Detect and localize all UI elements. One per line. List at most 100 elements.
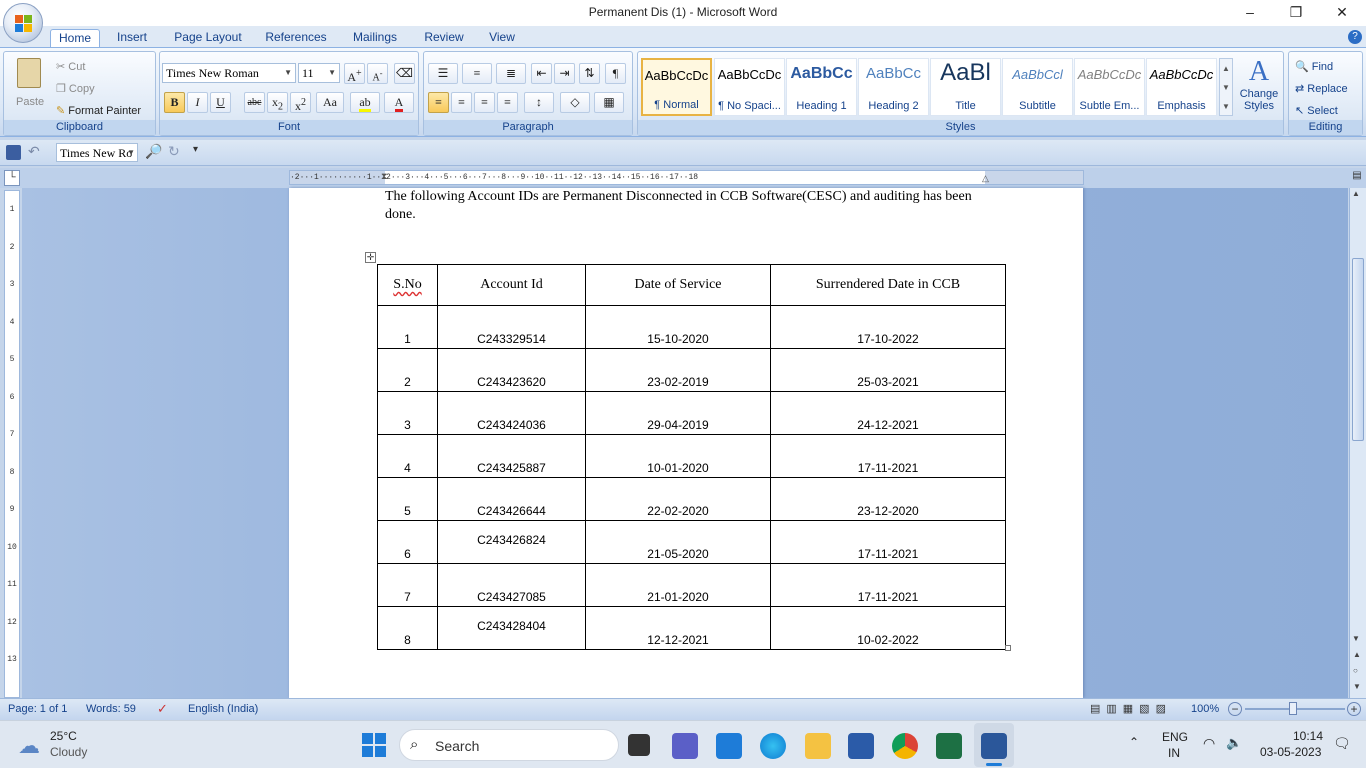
find-button[interactable]: 🔍 Find bbox=[1295, 60, 1333, 73]
select-button[interactable]: ↖ Select bbox=[1295, 104, 1338, 117]
paste-button[interactable]: Paste bbox=[10, 56, 48, 114]
vertical-ruler[interactable]: 1 2 3 4 5 6 7 8 9 10 11 12 13 bbox=[4, 190, 20, 698]
grow-font-button[interactable]: A+ bbox=[344, 63, 365, 84]
align-center-button[interactable]: ≡ bbox=[451, 92, 472, 113]
align-left-button[interactable]: ≡ bbox=[428, 92, 449, 113]
language-code[interactable]: ENG bbox=[1162, 730, 1188, 744]
volume-icon[interactable]: 🔈 bbox=[1226, 735, 1242, 751]
office-button[interactable] bbox=[3, 3, 43, 43]
tab-references[interactable]: References bbox=[258, 29, 334, 48]
minimize-button[interactable]: – bbox=[1227, 2, 1273, 24]
indent-marker-icon[interactable]: ⧗ bbox=[381, 171, 387, 182]
scroll-down-icon[interactable]: ▼ bbox=[1352, 634, 1360, 643]
right-indent-marker-icon[interactable]: △ bbox=[982, 173, 989, 184]
style-subtle-emphasis[interactable]: AaBbCcDc Subtle Em... bbox=[1074, 58, 1145, 116]
edge-icon[interactable] bbox=[760, 733, 786, 759]
line-spacing-button[interactable]: ↕ bbox=[524, 92, 554, 113]
save-icon[interactable] bbox=[6, 145, 21, 160]
subscript-button[interactable]: x2 bbox=[267, 92, 288, 113]
next-page-icon[interactable]: ▼ bbox=[1353, 682, 1361, 691]
close-button[interactable]: ✕ bbox=[1319, 2, 1365, 24]
clear-formatting-button[interactable]: ⌫ bbox=[394, 63, 415, 84]
word-count[interactable]: Words: 59 bbox=[86, 703, 136, 715]
justify-button[interactable]: ≡ bbox=[497, 92, 518, 113]
undo-icon[interactable]: ↶ bbox=[28, 143, 40, 160]
notification-icon[interactable]: 🗨 bbox=[1333, 735, 1351, 752]
tab-page-layout[interactable]: Page Layout bbox=[168, 29, 248, 48]
help-icon[interactable]: ? bbox=[1348, 30, 1362, 44]
view-ruler-icon[interactable]: ▤ bbox=[1349, 170, 1365, 186]
chrome-icon[interactable] bbox=[892, 733, 918, 759]
italic-button[interactable]: I bbox=[187, 92, 208, 113]
sort-button[interactable]: ⇅ bbox=[579, 63, 600, 84]
copy-button[interactable]: ❐ Copy bbox=[56, 82, 95, 95]
zoom-level[interactable]: 100% bbox=[1191, 703, 1219, 715]
file-explorer-icon[interactable] bbox=[805, 733, 831, 759]
styles-scroll[interactable]: ▲ ▼ ▼ bbox=[1219, 58, 1233, 116]
style-title[interactable]: AaBl Title bbox=[930, 58, 1001, 116]
tab-view[interactable]: View bbox=[480, 29, 524, 48]
strikethrough-button[interactable]: abc bbox=[244, 92, 265, 113]
highlight-button[interactable]: ab bbox=[350, 92, 380, 113]
numbering-button[interactable]: ≡ bbox=[462, 63, 492, 84]
tab-home[interactable]: Home bbox=[50, 29, 100, 48]
style-heading-2[interactable]: AaBbCc Heading 2 bbox=[858, 58, 929, 116]
show-formatting-button[interactable]: ¶ bbox=[605, 63, 626, 84]
previous-page-icon[interactable]: ▲ bbox=[1353, 650, 1361, 659]
taskbar-search[interactable]: ⌕ Search bbox=[399, 729, 619, 761]
style-heading-1[interactable]: AaBbCc Heading 1 bbox=[786, 58, 857, 116]
style-no-spacing[interactable]: AaBbCcDc ¶ No Spaci... bbox=[714, 58, 785, 116]
language-indicator[interactable]: English (India) bbox=[188, 703, 258, 715]
restore-button[interactable]: ❐ bbox=[1273, 2, 1319, 24]
tab-selector[interactable]: └ bbox=[4, 170, 20, 186]
scroll-up-icon[interactable]: ▲ bbox=[1352, 189, 1360, 198]
print-preview-icon[interactable]: 🔎 bbox=[145, 143, 162, 160]
align-right-button[interactable]: ≡ bbox=[474, 92, 495, 113]
shading-button[interactable]: ◇ bbox=[560, 92, 590, 113]
zoom-out-icon[interactable]: − bbox=[1228, 702, 1242, 716]
clock-date[interactable]: 03-05-2023 bbox=[1260, 745, 1321, 759]
superscript-button[interactable]: x2 bbox=[290, 92, 311, 113]
font-size-dropdown[interactable]: 11 ▼ bbox=[298, 63, 340, 83]
windows-start-icon[interactable] bbox=[362, 733, 386, 757]
table-resize-handle[interactable] bbox=[1005, 645, 1011, 651]
change-styles-button[interactable]: A Change Styles bbox=[1236, 56, 1282, 118]
teams-icon[interactable] bbox=[672, 733, 698, 759]
bold-button[interactable]: B bbox=[164, 92, 185, 113]
weather-temp[interactable]: 25°C bbox=[50, 729, 77, 743]
multilevel-list-button[interactable]: ≣ bbox=[496, 63, 526, 84]
decrease-indent-button[interactable]: ⇤ bbox=[531, 63, 552, 84]
store-icon[interactable] bbox=[848, 733, 874, 759]
shrink-font-button[interactable]: A- bbox=[367, 63, 388, 84]
document-page[interactable]: The following Account IDs are Permanent … bbox=[289, 188, 1083, 698]
font-color-button[interactable]: A bbox=[384, 92, 414, 113]
underline-button[interactable]: U bbox=[210, 92, 231, 113]
tab-mailings[interactable]: Mailings bbox=[344, 29, 406, 48]
excel-icon[interactable] bbox=[936, 733, 962, 759]
font-name-dropdown[interactable]: Times New Roman ▼ bbox=[162, 63, 296, 83]
style-emphasis[interactable]: AaBbCcDc Emphasis bbox=[1146, 58, 1217, 116]
vertical-scrollbar[interactable]: ▲ ▼ ▲ ○ ▼ bbox=[1349, 188, 1366, 698]
horizontal-ruler[interactable]: ·2···1··········1···2···3···4···5···6···… bbox=[289, 170, 1084, 185]
weather-condition[interactable]: Cloudy bbox=[50, 745, 87, 759]
customize-qat-icon[interactable]: ▾ bbox=[193, 144, 198, 155]
tab-review[interactable]: Review bbox=[418, 29, 470, 48]
page-count[interactable]: Page: 1 of 1 bbox=[8, 703, 67, 715]
tab-insert[interactable]: Insert bbox=[108, 29, 156, 48]
style-normal[interactable]: AaBbCcDc ¶ Normal bbox=[641, 58, 712, 116]
borders-button[interactable]: ▦ bbox=[594, 92, 624, 113]
replace-button[interactable]: ⇄ Replace bbox=[1295, 82, 1348, 95]
qat-font-dropdown[interactable]: Times New Ro ▼ bbox=[56, 143, 138, 162]
table-move-handle-icon[interactable]: ✛ bbox=[365, 252, 376, 263]
zoom-in-icon[interactable]: + bbox=[1347, 702, 1361, 716]
style-subtitle[interactable]: AaBbCcl Subtitle bbox=[1002, 58, 1073, 116]
wifi-icon[interactable]: ◠ bbox=[1203, 735, 1215, 752]
bullets-button[interactable]: ☰ bbox=[428, 63, 458, 84]
increase-indent-button[interactable]: ⇥ bbox=[554, 63, 575, 84]
word-taskbar-active[interactable] bbox=[974, 723, 1014, 767]
region-code[interactable]: IN bbox=[1168, 746, 1180, 760]
browse-object-icon[interactable]: ○ bbox=[1353, 666, 1358, 675]
format-painter-button[interactable]: ✎ Format Painter bbox=[56, 104, 141, 117]
task-view-icon[interactable] bbox=[628, 734, 650, 756]
chevron-up-icon[interactable]: ⌃ bbox=[1129, 735, 1139, 749]
